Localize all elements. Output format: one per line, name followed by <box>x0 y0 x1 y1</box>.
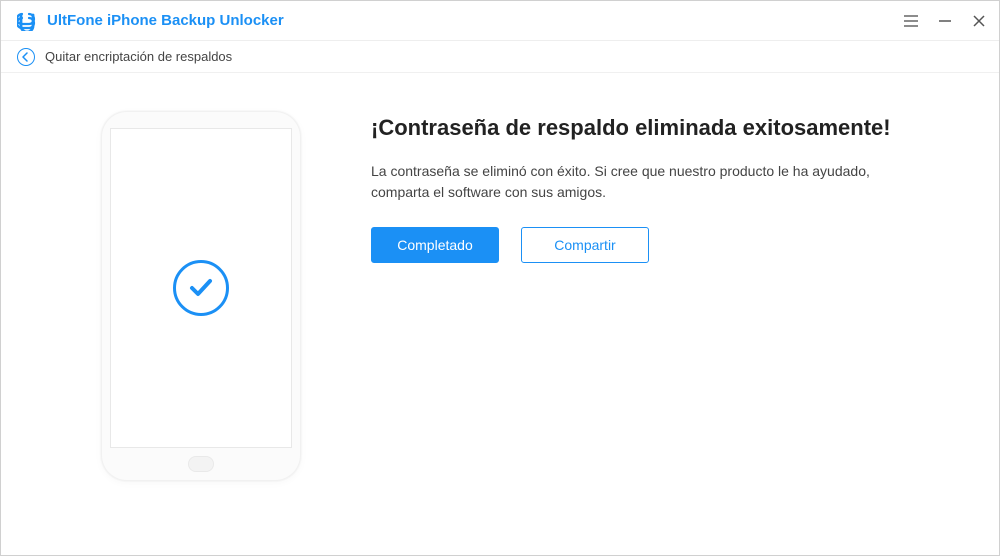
phone-frame <box>101 111 301 481</box>
main-content: ¡Contraseña de respaldo eliminada exitos… <box>1 73 999 481</box>
success-headline: ¡Contraseña de respaldo eliminada exitos… <box>371 115 891 141</box>
complete-button[interactable]: Completado <box>371 227 499 263</box>
message-panel: ¡Contraseña de respaldo eliminada exitos… <box>371 111 891 481</box>
phone-home-button-icon <box>188 456 214 472</box>
action-buttons: Completado Compartir <box>371 227 891 263</box>
close-button[interactable] <box>971 13 987 29</box>
share-button[interactable]: Compartir <box>521 227 649 263</box>
back-button[interactable] <box>17 48 35 66</box>
success-check-icon <box>173 260 229 316</box>
success-description: La contraseña se eliminó con éxito. Si c… <box>371 161 891 203</box>
window-controls <box>903 13 987 29</box>
app-title: UltFone iPhone Backup Unlocker <box>47 12 284 29</box>
titlebar-left: UltFone iPhone Backup Unlocker <box>17 11 284 31</box>
app-window: UltFone iPhone Backup Unlocker <box>0 0 1000 556</box>
breadcrumb-title: Quitar encriptación de respaldos <box>45 49 232 64</box>
app-logo-icon <box>17 11 37 31</box>
menu-button[interactable] <box>903 13 919 29</box>
minimize-button[interactable] <box>937 13 953 29</box>
phone-illustration <box>101 111 301 481</box>
phone-screen <box>110 128 292 448</box>
titlebar: UltFone iPhone Backup Unlocker <box>1 1 999 41</box>
breadcrumb-bar: Quitar encriptación de respaldos <box>1 41 999 73</box>
